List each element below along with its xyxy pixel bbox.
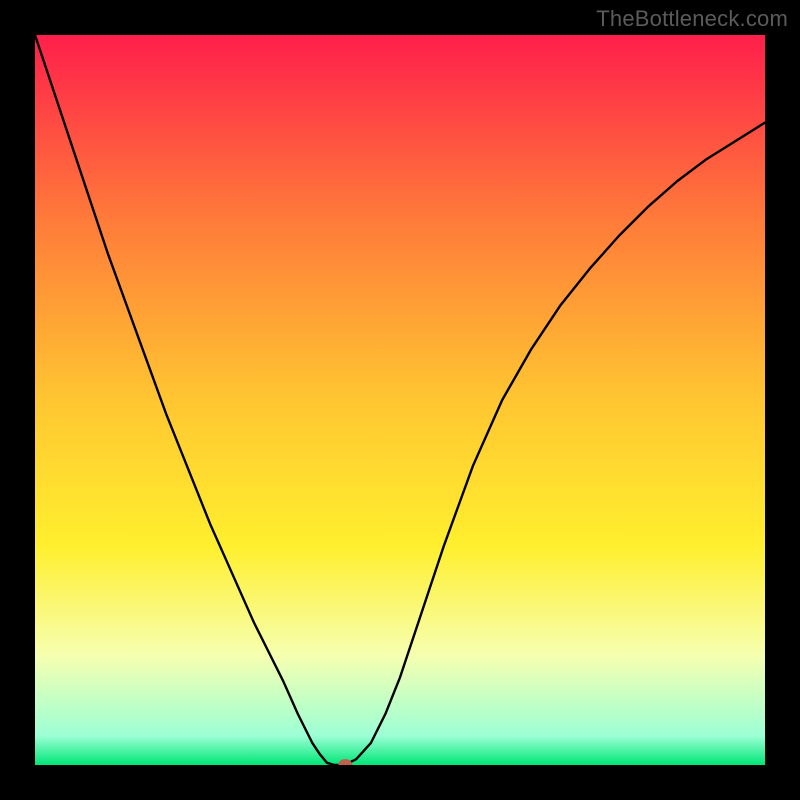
gradient-background	[35, 35, 765, 765]
chart-frame: TheBottleneck.com	[0, 0, 800, 800]
plot-area	[35, 35, 765, 765]
bottleneck-chart	[35, 35, 765, 765]
watermark-text: TheBottleneck.com	[596, 6, 788, 32]
